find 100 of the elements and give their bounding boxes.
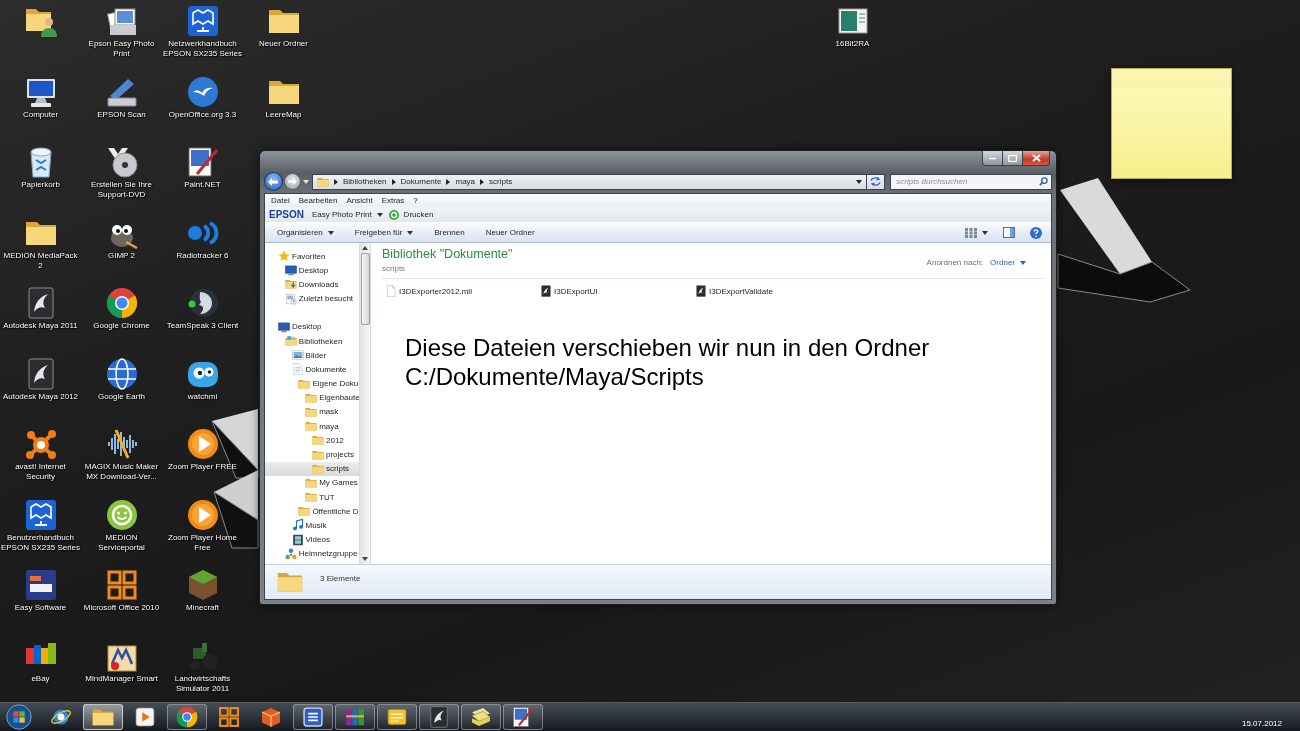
breadcrumb-item[interactable]: Bibliotheken xyxy=(342,177,387,186)
icon-label[interactable]: avast! Internet Security xyxy=(0,462,81,482)
icon-label[interactable]: OpenOffice.org 3.3 xyxy=(168,109,237,120)
arrange-dropdown[interactable]: Ordner xyxy=(990,258,1026,267)
taskbar-button[interactable] xyxy=(335,704,375,730)
view-options-button[interactable] xyxy=(962,226,991,239)
monitor-tile-icon[interactable] xyxy=(186,5,219,37)
taskbar-button[interactable] xyxy=(83,704,123,730)
breadcrumb-item[interactable]: Dokumente xyxy=(400,177,442,186)
image-file-icon[interactable] xyxy=(836,5,869,37)
tree-item[interactable]: Musik xyxy=(265,518,359,533)
icon-label[interactable]: Google Earth xyxy=(97,391,146,402)
tree-item[interactable]: Dokumente xyxy=(265,362,359,377)
menu-item[interactable]: Ansicht xyxy=(341,196,377,205)
close-button[interactable] xyxy=(1023,151,1050,166)
squares-icon[interactable] xyxy=(105,569,138,601)
icon-label[interactable]: Google Chrome xyxy=(93,321,150,331)
search-field[interactable]: scripts durchsuchen xyxy=(890,173,1052,190)
icon-label[interactable]: MEDION MediaPack 2 xyxy=(0,250,81,271)
tree-item[interactable]: Öffentliche D xyxy=(265,504,359,519)
icon-label[interactable]: Benutzerhandbuch EPSON SX235 Series xyxy=(0,532,81,553)
icon-label[interactable]: Netzwerkhandbuch EPSON SX235 Series xyxy=(162,39,243,59)
photos-icon[interactable] xyxy=(105,5,138,37)
disc-icon[interactable] xyxy=(105,146,138,178)
command-button[interactable]: Organisieren xyxy=(272,226,339,239)
icon-label[interactable]: Landwirtschafts Simulator 2011 xyxy=(162,673,243,694)
taskbar-button[interactable] xyxy=(419,704,459,730)
icon-label[interactable]: Erstellen Sie Ihre Support-DVD xyxy=(81,180,162,200)
caret-icon[interactable] xyxy=(446,178,451,185)
tree-item[interactable]: Videos xyxy=(265,532,359,547)
tree-item[interactable]: Eigene Doku xyxy=(265,376,359,391)
icon-label[interactable]: Easy Software xyxy=(14,603,67,613)
preview-pane-button[interactable] xyxy=(1000,226,1018,239)
globe-icon[interactable] xyxy=(105,357,138,390)
icon-label[interactable]: Computer xyxy=(22,109,59,120)
tree-item[interactable]: maya xyxy=(265,419,359,434)
icon-label[interactable]: Minecraft xyxy=(186,603,219,613)
icon-label[interactable]: Epson Easy Photo Print xyxy=(81,39,162,59)
search-icon[interactable] xyxy=(1039,177,1048,186)
icon-label[interactable]: Zoom Player Home Free xyxy=(162,532,243,553)
icon-label[interactable]: TeamSpeak 3 Client xyxy=(166,321,239,331)
menu-item[interactable]: Datei xyxy=(266,196,294,205)
taskbar-button[interactable] xyxy=(167,704,207,730)
help-button[interactable] xyxy=(1027,225,1045,240)
address-bar[interactable]: Bibliotheken Dokumente maya scripts xyxy=(311,173,868,190)
minimize-button[interactable] xyxy=(982,151,1003,166)
icon-label[interactable]: GIMP 2 xyxy=(108,250,135,261)
refresh-button[interactable] xyxy=(867,173,886,190)
maximize-button[interactable] xyxy=(1003,151,1023,166)
tree-item[interactable]: 2012 xyxy=(265,433,359,448)
breadcrumb-item[interactable]: maya xyxy=(455,177,476,186)
icon-label[interactable]: eBay xyxy=(31,673,50,684)
command-button[interactable]: Brennen xyxy=(429,226,470,239)
tree-item[interactable]: Eigenbaute xyxy=(265,390,359,405)
tree-item[interactable]: mask xyxy=(265,404,359,420)
canvas-brush-icon[interactable] xyxy=(186,146,219,178)
tree-item[interactable]: Bilder xyxy=(265,348,359,363)
icon-label[interactable]: Radiotracker 6 xyxy=(176,250,229,261)
toolbar-button[interactable]: Easy Photo Print xyxy=(309,210,386,219)
play-icon[interactable] xyxy=(186,428,219,460)
tree-item[interactable]: My Games xyxy=(265,475,359,490)
tile-icon[interactable] xyxy=(24,569,57,601)
back-button[interactable] xyxy=(264,172,283,191)
splat-icon[interactable] xyxy=(24,428,57,460)
monitor-tile-icon[interactable] xyxy=(24,498,57,531)
caret-icon[interactable] xyxy=(362,557,368,561)
taskbar-button[interactable] xyxy=(377,704,417,730)
icon-label[interactable]: Autodesk Maya 2012 xyxy=(2,391,79,402)
icon-label[interactable]: MindManager Smart xyxy=(85,673,158,684)
caret-icon[interactable] xyxy=(856,179,863,184)
icon-label[interactable]: EPSON Scan xyxy=(97,109,146,120)
icon-label[interactable]: LeereMap xyxy=(265,109,302,120)
menu-item[interactable]: ? xyxy=(408,196,422,205)
command-button[interactable]: Neuer Ordner xyxy=(480,226,540,239)
command-button[interactable]: Freigeben für xyxy=(349,226,419,239)
menu-item[interactable]: Extras xyxy=(376,196,409,205)
icon-label[interactable]: MAGIX Music Maker MX Download-Ver... xyxy=(81,462,162,482)
tree-item[interactable]: Heimnetzgruppe xyxy=(265,546,359,561)
file-item[interactable]: I3DExportValidate xyxy=(695,285,850,297)
tree-item[interactable]: Desktop xyxy=(265,319,359,334)
menu-item[interactable]: Bearbeiten xyxy=(293,196,342,205)
taskbar-button[interactable] xyxy=(503,704,543,730)
icon-label[interactable]: watchmi xyxy=(187,391,218,402)
icon-label[interactable]: Zoom Player FREE xyxy=(168,462,237,472)
smiley-icon[interactable] xyxy=(105,498,138,531)
play-icon[interactable] xyxy=(186,498,219,531)
tree-item[interactable]: Zuletzt besucht xyxy=(265,291,359,306)
grass-block-icon[interactable] xyxy=(186,569,219,601)
waveform-icon[interactable] xyxy=(105,428,138,460)
icon-label[interactable]: Paint.NET xyxy=(184,180,221,190)
tree-item[interactable]: Favoriten xyxy=(265,249,359,264)
file-item[interactable]: I3DExporter2012.mll xyxy=(385,285,540,297)
birds-icon[interactable] xyxy=(186,75,219,108)
tree-item[interactable]: Desktop xyxy=(265,263,359,278)
profile-icon[interactable] xyxy=(186,287,219,319)
tree-item[interactable]: TUT xyxy=(265,490,359,505)
ring-logo-icon[interactable] xyxy=(105,287,138,319)
icon-label[interactable]: Microsoft Office 2010 xyxy=(83,603,160,613)
tree-item[interactable]: Downloads xyxy=(265,277,359,292)
icon-label[interactable]: MEDION Serviceportal xyxy=(81,532,162,553)
